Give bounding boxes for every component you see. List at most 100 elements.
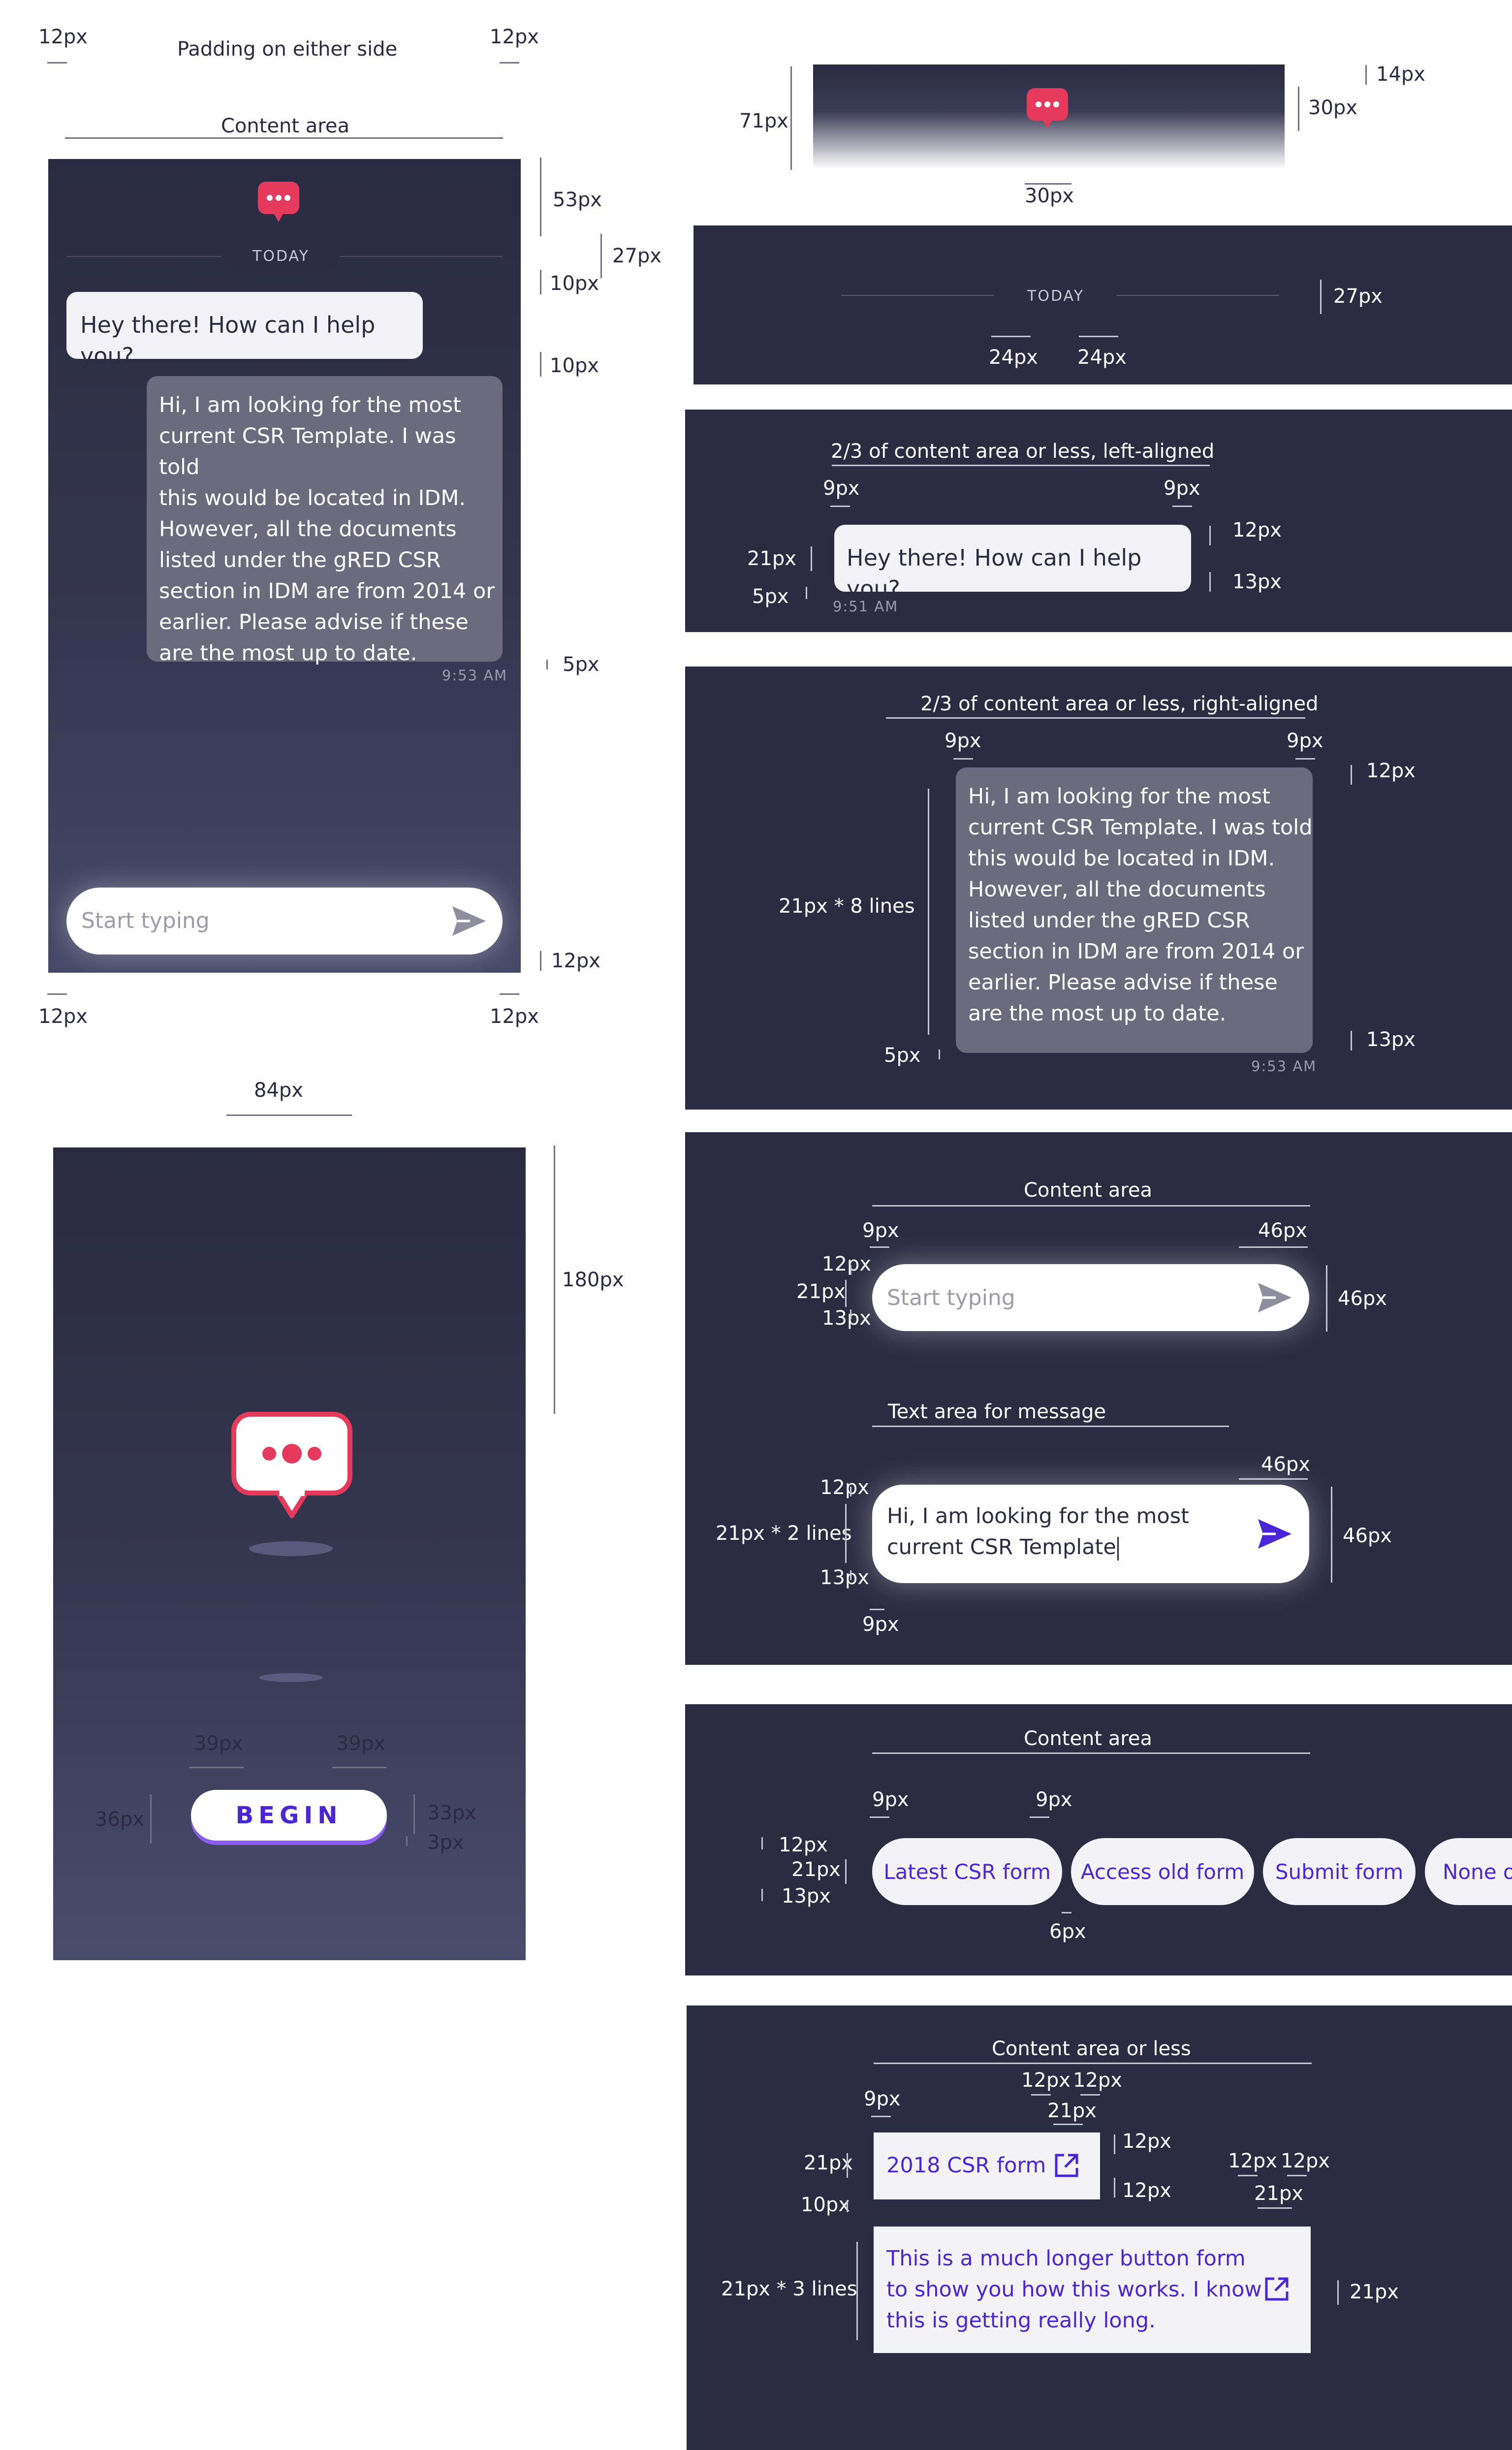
input-placeholder: Start typing <box>887 1285 1015 1310</box>
user-message-line: section in IDM are from 2014 or <box>968 939 1304 964</box>
dim-line <box>150 1794 152 1844</box>
dim-label: 6px <box>1049 1920 1086 1943</box>
user-message-line: Hi, I am looking for the most <box>159 393 461 417</box>
quick-reply-panel: Content area 9px 9px 12px 21px 13px Late… <box>685 1704 1512 1975</box>
dim-line <box>870 1609 884 1610</box>
dim-label: 46px <box>1258 1219 1307 1242</box>
dim-label: 30px <box>1025 185 1074 207</box>
chat-logo-icon <box>228 1408 356 1527</box>
right-aligned-panel: 2/3 of content area or less, right-align… <box>685 667 1512 1110</box>
dim-line <box>872 1752 1310 1754</box>
dim-label: 9px <box>823 477 860 500</box>
link-button-long[interactable]: This is a much longer button form to sho… <box>874 2227 1311 2353</box>
message-timestamp: 9:51 AM <box>833 598 899 615</box>
user-message-line: this would be located in IDM. <box>159 486 466 510</box>
dim-line <box>1351 1031 1352 1050</box>
divider <box>1117 295 1279 296</box>
dim-line <box>1031 2094 1051 2096</box>
dim-label: 14px <box>1376 63 1425 86</box>
dim-line <box>332 1767 386 1768</box>
dim-line <box>1365 65 1367 85</box>
dim-line <box>1114 2134 1115 2154</box>
dim-line <box>847 2153 848 2178</box>
link-button-short[interactable]: 2018 CSR form <box>874 2132 1100 2199</box>
chat-screen: TODAY Hey there! How can I help you? Hi,… <box>48 159 521 973</box>
content-area-label: Content area <box>1024 1179 1152 1202</box>
send-icon[interactable] <box>1256 1517 1293 1551</box>
user-message-line: this would be located in IDM. <box>968 846 1275 871</box>
dim-line <box>406 1836 408 1846</box>
dim-label: 12px <box>1021 2069 1071 2092</box>
header-gradient <box>813 64 1285 169</box>
message-textarea[interactable]: Hi, I am looking for the most current CS… <box>872 1485 1309 1583</box>
dim-label: 12px <box>1122 2179 1171 2202</box>
dim-label: 12px <box>38 26 88 48</box>
dim-line <box>830 506 850 507</box>
dim-label: 10px <box>550 354 599 377</box>
dim-line <box>500 993 519 995</box>
dim-line <box>540 270 541 294</box>
dim-label: 53px <box>553 189 602 211</box>
dim-line <box>886 717 1305 719</box>
user-message-line: are the most up to date. <box>159 641 417 666</box>
today-label: TODAY <box>1027 287 1085 305</box>
dim-line <box>991 336 1031 337</box>
dim-label: 9px <box>862 1613 899 1636</box>
bot-message-text: Hey there! How can I help you? <box>847 544 1142 602</box>
link-button-line: this is getting really long. <box>886 2308 1156 2333</box>
dim-label: 13px <box>822 1307 871 1330</box>
begin-button[interactable]: BEGIN <box>191 1790 387 1841</box>
send-icon[interactable] <box>450 904 488 938</box>
dim-line <box>1079 336 1118 337</box>
dim-label: 39px <box>194 1732 243 1755</box>
user-message-line: current CSR Template. I was told <box>968 815 1313 840</box>
dim-line <box>928 789 929 1035</box>
user-bubble: Hi, I am looking for the most current CS… <box>956 767 1313 1053</box>
dim-line <box>1238 2175 1258 2176</box>
dim-label: 12px <box>1228 2150 1277 2172</box>
dim-label: 9px <box>862 1219 899 1242</box>
dim-line <box>872 1205 1310 1207</box>
dim-line <box>811 546 812 571</box>
left-aligned-panel: 2/3 of content area or less, left-aligne… <box>685 410 1512 632</box>
dim-label: 12px <box>779 1834 828 1856</box>
quick-reply-chip[interactable]: Submit form <box>1263 1838 1416 1905</box>
quick-reply-chip[interactable]: Latest CSR form <box>872 1838 1062 1905</box>
user-message-line: are the most up to date. <box>968 1001 1227 1026</box>
dim-line <box>845 1504 847 1563</box>
section-title: 2/3 of content area or less, left-aligne… <box>831 440 1215 463</box>
bot-message-text: Hey there! How can I help you? <box>80 312 376 369</box>
dim-line <box>832 465 1210 466</box>
content-area-label: Content area <box>221 115 349 137</box>
dim-label: 33px <box>427 1802 476 1824</box>
dim-line <box>47 62 67 64</box>
dim-label: 180px <box>562 1269 624 1291</box>
dim-line <box>500 62 519 64</box>
user-message-line: section in IDM are from 2014 or <box>159 579 495 604</box>
dim-label: 13px <box>820 1566 869 1589</box>
quick-reply-chip[interactable]: Access old form <box>1071 1838 1254 1905</box>
dim-label: 36px <box>95 1808 144 1831</box>
dim-label: 21px <box>747 547 796 570</box>
dim-line <box>1295 758 1315 760</box>
dim-line <box>1287 2175 1307 2176</box>
message-input[interactable]: Start typing <box>872 1264 1309 1331</box>
message-timestamp: 9:53 AM <box>442 667 508 684</box>
dim-line <box>189 1767 244 1768</box>
logo-shadow <box>259 1673 323 1682</box>
external-link-icon <box>1263 2276 1290 2302</box>
dim-line <box>761 1889 763 1901</box>
quick-reply-chip[interactable]: None o <box>1425 1838 1512 1905</box>
send-icon[interactable] <box>1256 1281 1293 1314</box>
dim-label: 21px <box>796 1280 846 1303</box>
user-bubble: Hi, I am looking for the most current CS… <box>147 376 503 666</box>
dim-label: 84px <box>254 1079 303 1102</box>
dim-line <box>1062 1912 1071 1913</box>
today-panel: TODAY 24px 24px 27px <box>693 225 1512 384</box>
dim-label: 24px <box>989 346 1038 369</box>
content-area-or-less-label: Content area or less <box>992 2037 1191 2060</box>
bot-bubble: Hey there! How can I help you? <box>66 292 423 369</box>
dim-line <box>1331 1487 1332 1583</box>
dim-label: 12px <box>822 1253 871 1275</box>
message-input[interactable]: Start typing <box>66 888 503 955</box>
